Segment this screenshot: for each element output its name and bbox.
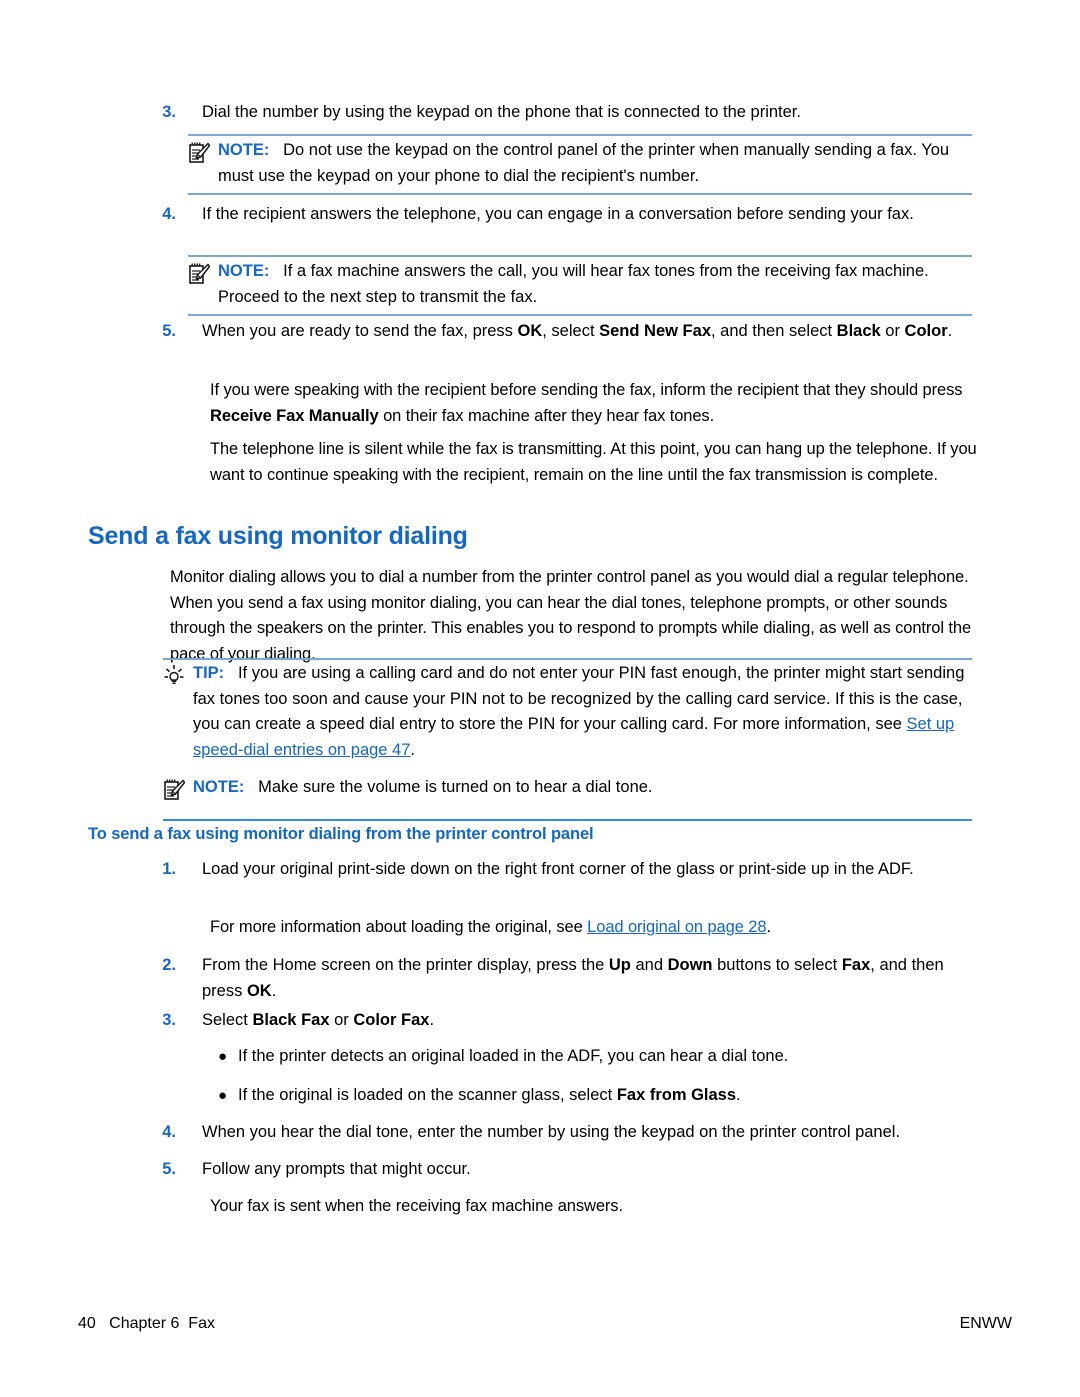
- step-text-part: Select: [202, 1011, 253, 1029]
- callout-body: NOTE: Make sure the volume is turned on …: [193, 775, 972, 801]
- list-item: 3. Select Black Fax or Color Fax.: [140, 1008, 980, 1034]
- step-text: When you are ready to send the fax, pres…: [180, 319, 980, 345]
- list-item: 5. When you are ready to send the fax, p…: [140, 319, 980, 345]
- note-callout-keypad: NOTE: Do not use the keypad on the contr…: [188, 134, 972, 195]
- footer-locale-code: ENWW: [959, 1315, 1012, 1332]
- step-number: 3.: [162, 103, 176, 121]
- bullet-text: If the printer detects an original loade…: [238, 1047, 789, 1065]
- bullet-text: If the original is loaded on the scanner…: [238, 1083, 986, 1109]
- step-number: 1.: [162, 860, 176, 878]
- note-callout-fax-machine: NOTE: If a fax machine answers the call,…: [188, 255, 972, 316]
- step-text: Dial the number by using the keypad on t…: [202, 103, 801, 121]
- step-text: When you hear the dial tone, enter the n…: [202, 1123, 901, 1141]
- callout-label: NOTE:: [218, 141, 270, 159]
- callout-text-end: .: [410, 740, 416, 759]
- step-number: 2.: [162, 956, 176, 974]
- paragraph-telephone-line-silent: The telephone line is silent while the f…: [210, 440, 977, 484]
- bullet-text-part: .: [736, 1086, 741, 1104]
- paragraph-part: .: [766, 918, 771, 936]
- step-text-part: , select: [542, 322, 600, 340]
- step-text-part: , and then select: [711, 322, 837, 340]
- document-page: 3. Dial the number by using the keypad o…: [0, 0, 1080, 1397]
- paragraph-load-original-ref: For more information about loading the o…: [210, 915, 980, 941]
- section-subtitle: To send a fax using monitor dialing from…: [88, 825, 594, 843]
- ui-term-send-new-fax: Send New Fax: [599, 322, 711, 340]
- bullet-marker: ●: [218, 1048, 228, 1065]
- ui-term-color: Color: [904, 322, 948, 340]
- ui-term-fax-from-glass: Fax from Glass: [616, 1086, 737, 1104]
- callout-text: Make sure the volume is turned on to hea…: [258, 778, 653, 796]
- paragraph-part: on their fax machine after they hear fax…: [378, 406, 715, 425]
- list-item: ● If the original is loaded on the scann…: [196, 1083, 986, 1109]
- lightbulb-icon: [163, 661, 189, 693]
- page-title: Send a fax using monitor dialing: [88, 522, 468, 550]
- ui-term-fax: Fax: [841, 956, 871, 974]
- bullet-text-part: If the original is loaded on the scanner…: [238, 1086, 617, 1104]
- step-number: 5.: [162, 322, 176, 340]
- list-item: 4. When you hear the dial tone, enter th…: [140, 1120, 985, 1146]
- callout-label: NOTE:: [218, 262, 270, 280]
- step-text: Select Black Fax or Color Fax.: [180, 1008, 980, 1034]
- callout-body: NOTE: If a fax machine answers the call,…: [218, 259, 972, 310]
- ui-term-down: Down: [667, 956, 713, 974]
- paragraph-intro: Monitor dialing allows you to dial a num…: [170, 568, 972, 663]
- link-load-original[interactable]: Load original on page 28: [587, 918, 766, 936]
- step-text: From the Home screen on the printer disp…: [180, 953, 980, 1004]
- list-item: 4. If the recipient answers the telephon…: [140, 202, 980, 228]
- step-text-part: .: [429, 1011, 435, 1029]
- callout-text: If you are using a calling card and do n…: [193, 664, 965, 733]
- callout-bottom-rule: [188, 193, 972, 195]
- step-number: 4.: [162, 1123, 176, 1141]
- step-text-part: and: [630, 956, 668, 974]
- footer-section: Fax: [188, 1315, 215, 1332]
- ui-term-up: Up: [608, 956, 631, 974]
- footer-page-number: 40: [78, 1315, 96, 1332]
- callout-text: If a fax machine answers the call, you w…: [218, 262, 929, 306]
- list-item: 5. Follow any prompts that might occur.: [140, 1157, 980, 1183]
- list-item: 2. From the Home screen on the printer d…: [140, 953, 980, 1004]
- list-item: 3. Dial the number by using the keypad o…: [140, 100, 980, 126]
- step-text-part: .: [271, 981, 277, 1000]
- callout-body: TIP: If you are using a calling card and…: [193, 661, 972, 763]
- list-item: ● If the printer detects an original loa…: [196, 1044, 986, 1070]
- tip-note-callout-group: TIP: If you are using a calling card and…: [163, 658, 972, 821]
- step-number: 4.: [162, 205, 176, 223]
- note-pad-pencil-icon: [188, 259, 214, 291]
- paragraph-part: If you were speaking with the recipient …: [210, 381, 963, 399]
- callout-label: NOTE:: [193, 778, 245, 796]
- ui-term-black: Black: [836, 322, 881, 340]
- ui-term-ok: OK: [517, 322, 543, 340]
- callout-text: Do not use the keypad on the control pan…: [218, 141, 950, 185]
- callout-bottom-rule: [163, 819, 972, 821]
- callout-body: NOTE: Do not use the keypad on the contr…: [218, 138, 972, 189]
- paragraph-fax-sent: Your fax is sent when the receiving fax …: [210, 1197, 623, 1215]
- step-text: Follow any prompts that might occur.: [202, 1160, 471, 1178]
- step-text-part: .: [947, 322, 953, 340]
- ui-term-ok: OK: [246, 981, 272, 1000]
- step-number: 3.: [162, 1011, 176, 1029]
- callout-bottom-rule: [188, 314, 972, 316]
- footer-chapter: Chapter 6: [109, 1315, 180, 1332]
- step-text-part: buttons to select: [712, 956, 842, 974]
- page-footer: 40 Chapter 6 Fax ENWW: [0, 1297, 1080, 1397]
- callout-label: TIP:: [193, 664, 225, 682]
- note-pad-pencil-icon: [163, 775, 189, 807]
- ui-term-receive-fax-manually: Receive Fax Manually: [210, 406, 379, 425]
- note-pad-pencil-icon: [188, 138, 214, 170]
- ui-term-black-fax: Black Fax: [252, 1011, 330, 1029]
- list-item: 1. Load your original print-side down on…: [140, 857, 980, 883]
- step-text-part: When you are ready to send the fax, pres…: [202, 322, 518, 340]
- bullet-marker: ●: [218, 1087, 228, 1104]
- paragraph-part: For more information about loading the o…: [210, 918, 588, 936]
- paragraph-inform-recipient: If you were speaking with the recipient …: [210, 378, 980, 429]
- step-text-part: From the Home screen on the printer disp…: [202, 956, 609, 974]
- step-number: 5.: [162, 1160, 176, 1178]
- step-text-part: or: [880, 322, 905, 340]
- step-text: Load your original print-side down on th…: [202, 860, 914, 878]
- footer-left-text: 40 Chapter 6 Fax: [78, 1315, 215, 1333]
- ui-term-color-fax: Color Fax: [353, 1011, 430, 1029]
- step-text-part: or: [329, 1011, 354, 1029]
- step-text: If the recipient answers the telephone, …: [202, 205, 914, 223]
